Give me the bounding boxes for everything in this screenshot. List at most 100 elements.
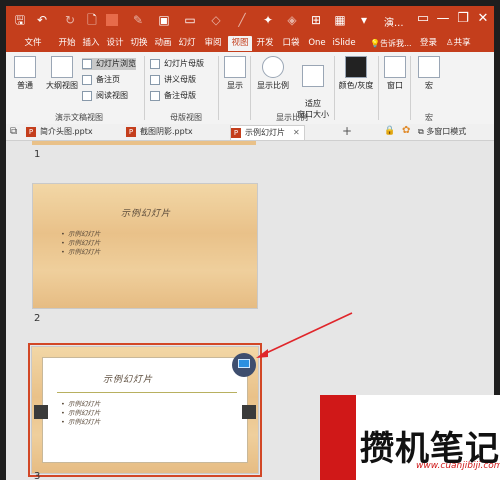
shape-icon[interactable]: ◇ xyxy=(208,12,224,28)
notes-master-button[interactable]: 备注母版 xyxy=(150,90,196,102)
tab-developer[interactable]: 开发 xyxy=(254,36,276,51)
outline-view-label: 大纲视图 xyxy=(46,81,78,90)
settings-icon[interactable]: ✿ xyxy=(402,125,410,136)
tab-slideshow[interactable]: 幻灯 xyxy=(176,36,198,51)
file-tabs-icon[interactable]: ⧉ xyxy=(10,126,17,137)
handout-master-icon xyxy=(150,75,160,85)
tag-icon[interactable]: ◈ xyxy=(284,12,300,28)
redo-icon[interactable]: ↻ xyxy=(62,12,78,28)
magnifier-icon xyxy=(262,56,284,78)
tab-onekey[interactable]: One xyxy=(306,36,328,51)
doc-tab-sample[interactable]: P 示例幻灯片 ✕ xyxy=(230,125,305,140)
tab-home[interactable]: 开始 xyxy=(56,36,78,51)
tab-file[interactable]: 文件 xyxy=(22,36,44,51)
login-button[interactable]: 登录 xyxy=(420,36,437,51)
tab-animations[interactable]: 动画 xyxy=(152,36,174,51)
ribbon-display-icon[interactable]: ▭ xyxy=(414,10,432,28)
ribbon-divider xyxy=(378,56,379,120)
tell-me-search[interactable]: 💡告诉我... xyxy=(370,36,412,51)
bullet-item: 示例幻灯片 xyxy=(61,400,101,409)
doc-tab-label: 截图阴影.pptx xyxy=(140,127,193,136)
reading-view-button[interactable]: 阅读视图 xyxy=(82,90,128,102)
slide-master-button[interactable]: 幻灯片母版 xyxy=(150,58,204,70)
fit-window-button[interactable]: 适应 窗口大小 xyxy=(294,56,332,120)
select-icon[interactable]: ⊞ xyxy=(308,12,324,28)
color-grayscale-label: 颜色/灰度 xyxy=(338,81,374,90)
slideshow-icon[interactable] xyxy=(106,14,118,26)
macro-icon xyxy=(418,56,440,78)
picture-icon[interactable]: ▣ xyxy=(156,12,172,28)
show-button[interactable]: 显示 xyxy=(222,56,248,91)
window-label: 窗口 xyxy=(387,81,403,90)
ribbon-divider xyxy=(410,56,411,120)
slide-number: 3 xyxy=(34,471,41,480)
multi-window-label: 多窗口模式 xyxy=(426,127,467,136)
doc-tab-shadow[interactable]: P 截图阴影.pptx xyxy=(126,125,193,139)
minimize-button[interactable]: — xyxy=(434,10,452,28)
tab-view[interactable]: 视图 xyxy=(228,36,252,51)
doc-tab-intro[interactable]: P 简介头图.pptx xyxy=(26,125,93,139)
zoom-button[interactable]: 显示比例 xyxy=(254,56,292,91)
slide-title: 示例幻灯片 xyxy=(103,375,154,385)
tab-transitions[interactable]: 切换 xyxy=(128,36,150,51)
window-button[interactable]: 窗口 xyxy=(382,56,408,91)
color-grid-icon[interactable]: ▦ xyxy=(332,12,348,28)
left-tab-decoration xyxy=(34,405,48,419)
tab-pocket[interactable]: 口袋 xyxy=(280,36,302,51)
lock-icon[interactable]: 🔒 xyxy=(384,126,395,136)
slide-title: 示例幻灯片 xyxy=(121,209,172,219)
slide-3-thumbnail[interactable]: 示例幻灯片 示例幻灯片 示例幻灯片 示例幻灯片 xyxy=(31,346,259,474)
handout-master-button[interactable]: 讲义母版 xyxy=(150,74,196,86)
restore-button[interactable]: ❐ xyxy=(454,10,472,28)
bullet-item: 示例幻灯片 xyxy=(61,409,101,418)
share-label: 共享 xyxy=(453,38,471,48)
tab-review[interactable]: 审阅 xyxy=(202,36,224,51)
tab-design[interactable]: 设计 xyxy=(104,36,126,51)
bullet-item: 示例幻灯片 xyxy=(61,230,101,239)
more-icon[interactable]: ▾ xyxy=(356,12,372,28)
slide-bullets: 示例幻灯片 示例幻灯片 示例幻灯片 xyxy=(61,230,101,257)
ribbon-divider xyxy=(250,56,251,120)
slide-number: 1 xyxy=(34,149,41,160)
format-painter-icon[interactable]: ✦ xyxy=(260,12,276,28)
close-tab-icon[interactable]: ✕ xyxy=(293,128,300,137)
slide-sorter-button[interactable]: 幻灯片浏览 xyxy=(82,58,136,70)
watermark: 攒机笔记 www.cuanjibiji.com xyxy=(320,395,500,480)
macro-button[interactable]: 宏 xyxy=(416,56,442,91)
color-grayscale-button[interactable]: 颜色/灰度 xyxy=(336,56,376,91)
undo-icon[interactable]: ↶ xyxy=(34,12,50,28)
title-underline xyxy=(57,392,237,393)
monitor-icon xyxy=(238,359,250,368)
slide-1-thumbnail-edge[interactable] xyxy=(32,141,256,145)
normal-view-button[interactable]: 普通 xyxy=(12,56,38,91)
doc-tab-label: 示例幻灯片 xyxy=(245,128,285,137)
multi-window-mode-button[interactable]: ⧉ 多窗口模式 xyxy=(418,126,466,137)
close-button[interactable]: ✕ xyxy=(474,10,492,28)
window-title: 演... xyxy=(384,18,404,29)
group-label-presentation-views: 演示文稿视图 xyxy=(55,113,103,122)
save-icon[interactable]: 🖫 xyxy=(12,12,28,28)
multi-window-icon: ⧉ xyxy=(418,127,424,136)
watermark-logo-bar xyxy=(320,395,356,480)
line-icon[interactable]: ╱ xyxy=(234,12,250,28)
pptx-file-icon: P xyxy=(126,127,136,137)
outline-view-button[interactable]: 大纲视图 xyxy=(42,56,82,91)
text-box-icon[interactable]: ▭ xyxy=(182,12,198,28)
screen-recorder-icon[interactable] xyxy=(232,353,256,377)
ribbon-divider xyxy=(218,56,219,120)
share-button[interactable]: ♙共享 xyxy=(446,36,471,51)
tab-islide[interactable]: iSlide xyxy=(332,36,356,51)
new-doc-icon[interactable]: 🗋 xyxy=(84,12,100,28)
outline-view-icon xyxy=(51,56,73,78)
right-tab-decoration xyxy=(242,405,256,419)
tell-me-label: 告诉我... xyxy=(379,39,412,48)
pen-icon[interactable]: ✎ xyxy=(130,12,146,28)
notes-page-button[interactable]: 备注页 xyxy=(82,74,120,86)
slide-2-thumbnail[interactable]: 示例幻灯片 示例幻灯片 示例幻灯片 示例幻灯片 xyxy=(32,183,258,309)
tab-insert[interactable]: 插入 xyxy=(80,36,102,51)
pptx-file-icon: P xyxy=(231,128,241,138)
show-icon xyxy=(224,56,246,78)
reading-view-label: 阅读视图 xyxy=(96,91,128,100)
add-tab-button[interactable]: + xyxy=(342,124,352,138)
reading-view-icon xyxy=(82,91,92,101)
